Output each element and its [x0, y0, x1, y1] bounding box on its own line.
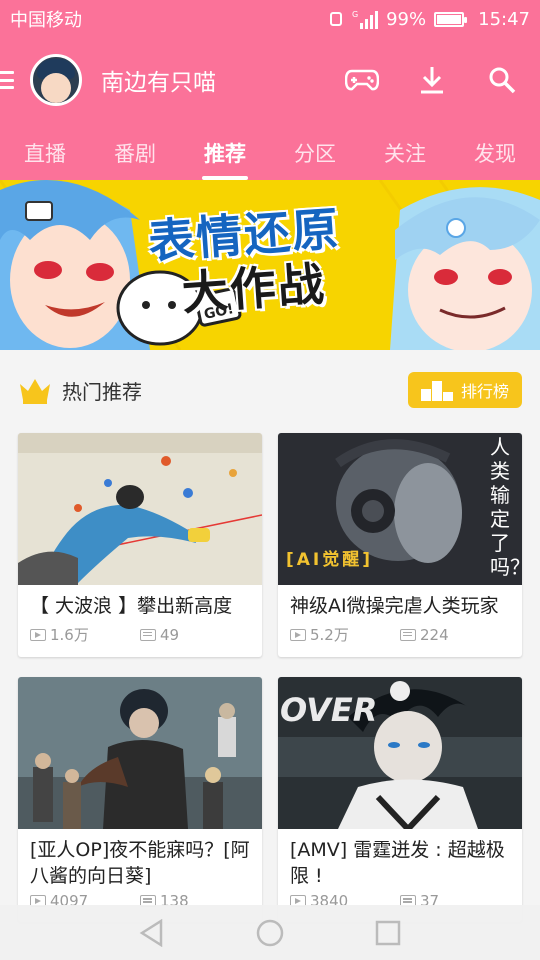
alarm-icon [330, 12, 343, 26]
video-thumbnail [18, 433, 262, 585]
video-card[interactable]: [AI觉醒] 人类输定了吗？ 神级AI微操完虐人类玩家 5.2万 224 [278, 433, 522, 657]
banner-title: 表情还原 大作战 [146, 201, 345, 322]
play-count: 1.6万 [50, 626, 89, 644]
search-icon[interactable] [484, 62, 520, 98]
avatar[interactable] [30, 54, 82, 106]
thumbnail-side-text: 人类输定了吗？ [490, 435, 522, 579]
signal-icon: G [352, 10, 379, 29]
tab-recommend[interactable]: 推荐 [180, 122, 270, 180]
menu-icon[interactable] [0, 71, 14, 89]
battery-percent: 99% [386, 8, 427, 30]
video-title: [AMV] 雷霆迸发 : 超越极限 ! [290, 839, 505, 887]
video-meta: 1.6万 49 [30, 624, 250, 645]
play-count-icon [30, 628, 46, 641]
comment-count: 224 [420, 625, 449, 644]
gamepad-icon[interactable] [344, 62, 380, 98]
clock: 15:47 [478, 8, 530, 30]
tab-live[interactable]: 直播 [0, 122, 90, 180]
promo-banner[interactable]: 表情还原 大作战 GO! [0, 180, 540, 350]
podium-icon [420, 381, 453, 401]
carrier-label: 中国移动 [10, 10, 82, 31]
ranking-label: 排行榜 [460, 382, 509, 401]
system-nav-bar [0, 905, 540, 960]
video-thumbnail [18, 677, 262, 829]
tab-discover[interactable]: 发现 [450, 122, 540, 180]
app-header: 南边有只喵 [0, 38, 540, 122]
download-icon[interactable] [414, 62, 450, 98]
battery-icon [434, 11, 468, 27]
ranking-button[interactable]: 排行榜 [408, 372, 522, 408]
video-title: 【 大波浪 】攀出新高度 [30, 595, 233, 617]
comment-count-icon [400, 628, 416, 641]
video-meta: 5.2万 224 [290, 624, 510, 645]
comment-count: 49 [160, 625, 180, 644]
comment-count-icon [140, 628, 156, 641]
section-title: 热门推荐 [62, 379, 142, 404]
video-card[interactable]: [亚人OP]夜不能寐吗？[阿八酱的向日葵] 4097 138 [18, 677, 262, 922]
play-count: 5.2万 [310, 626, 349, 644]
tab-bar: 直播 番剧 推荐 分区 关注 发现 [0, 122, 540, 180]
back-icon[interactable] [139, 918, 165, 947]
thumbnail-overlay-text: OVER [280, 691, 378, 729]
signal-type-label: G [352, 10, 358, 19]
tab-bangumi[interactable]: 番剧 [90, 122, 180, 180]
tab-follow[interactable]: 关注 [360, 122, 450, 180]
video-title: 神级AI微操完虐人类玩家 [290, 595, 499, 617]
section-header: 热门推荐 排行榜 [0, 362, 540, 418]
video-title: [亚人OP]夜不能寐吗？[阿八酱的向日葵] [30, 839, 250, 887]
status-bar: 中国移动 G 99% 15:47 [0, 0, 540, 38]
video-card[interactable]: OVER [AMV] 雷霆迸发 : 超越极限 ! 3840 37 [278, 677, 522, 922]
home-icon[interactable] [255, 918, 285, 948]
tab-category[interactable]: 分区 [270, 122, 360, 180]
username[interactable]: 南边有只喵 [101, 63, 344, 97]
play-count-icon [290, 628, 306, 641]
video-thumbnail: OVER [278, 677, 522, 829]
recents-icon[interactable] [375, 920, 401, 946]
video-thumbnail: [AI觉醒] 人类输定了吗？ [278, 433, 522, 585]
crown-icon [20, 379, 50, 404]
thumbnail-tag: [AI觉醒] [286, 550, 374, 570]
video-card[interactable]: 【 大波浪 】攀出新高度 1.6万 49 [18, 433, 262, 657]
